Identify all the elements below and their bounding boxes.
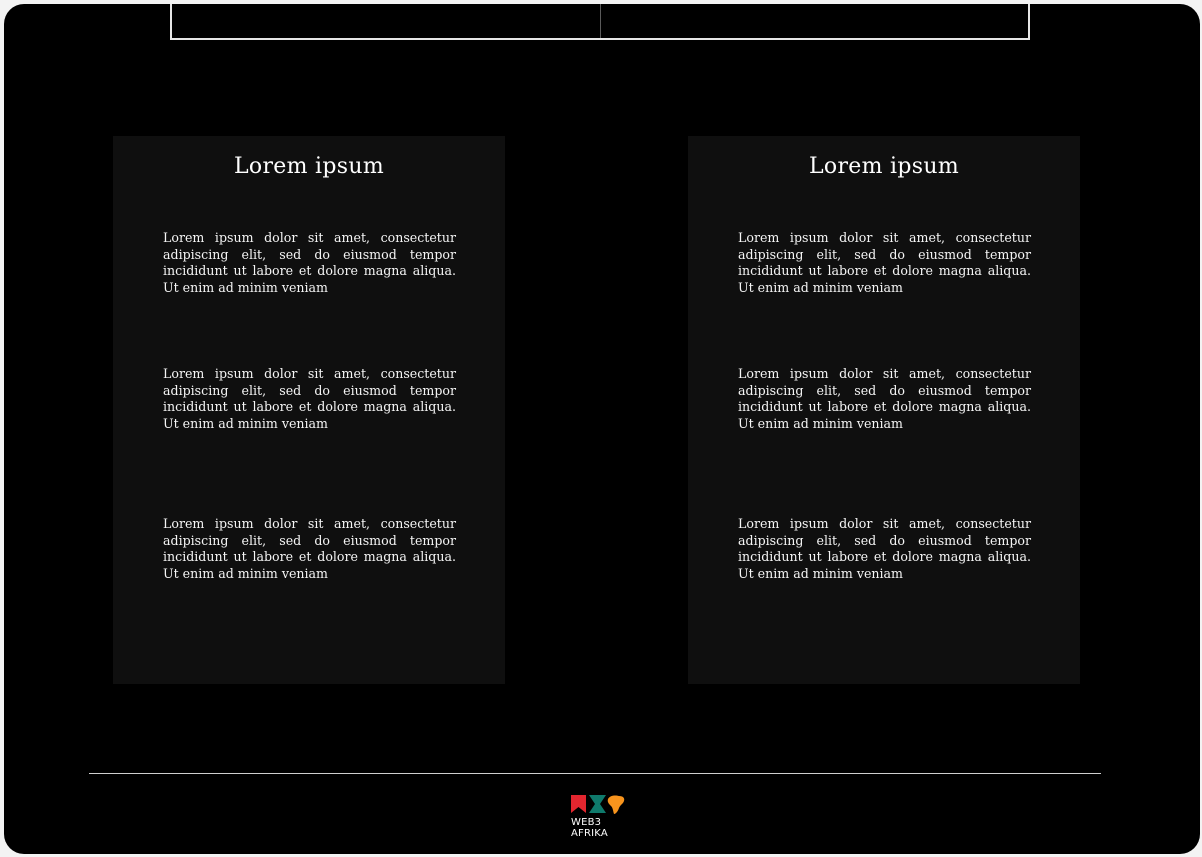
- card-paragraph: Lorem ipsum dolor sit amet, consectetur …: [163, 230, 456, 295]
- top-cell-right: [599, 4, 1029, 38]
- card-paragraph: Lorem ipsum dolor sit amet, consectetur …: [738, 230, 1031, 295]
- top-container: [170, 4, 1030, 40]
- card-paragraph: Lorem ipsum dolor sit amet, consectetur …: [738, 366, 1031, 431]
- content-card-right: Lorem ipsum Lorem ipsum dolor sit amet, …: [688, 136, 1080, 684]
- card-title: Lorem ipsum: [809, 154, 959, 179]
- logo-text: WEB3 AFRIKA: [571, 817, 608, 839]
- card-paragraph: Lorem ipsum dolor sit amet, consectetur …: [738, 516, 1031, 581]
- logo-line-1: WEB3: [571, 817, 602, 828]
- footer-divider: [89, 773, 1101, 774]
- web3-afrika-logo[interactable]: WEB3 AFRIKA: [570, 794, 630, 842]
- top-cell-left: [172, 4, 600, 38]
- content-card-left: Lorem ipsum Lorem ipsum dolor sit amet, …: [113, 136, 505, 684]
- logo-line-2: AFRIKA: [571, 828, 608, 839]
- card-paragraph: Lorem ipsum dolor sit amet, consectetur …: [163, 366, 456, 431]
- card-title: Lorem ipsum: [234, 154, 384, 179]
- page-frame: Lorem ipsum Lorem ipsum dolor sit amet, …: [4, 4, 1200, 854]
- card-paragraph: Lorem ipsum dolor sit amet, consectetur …: [163, 516, 456, 581]
- web3-afrika-logo-icon: [571, 795, 625, 814]
